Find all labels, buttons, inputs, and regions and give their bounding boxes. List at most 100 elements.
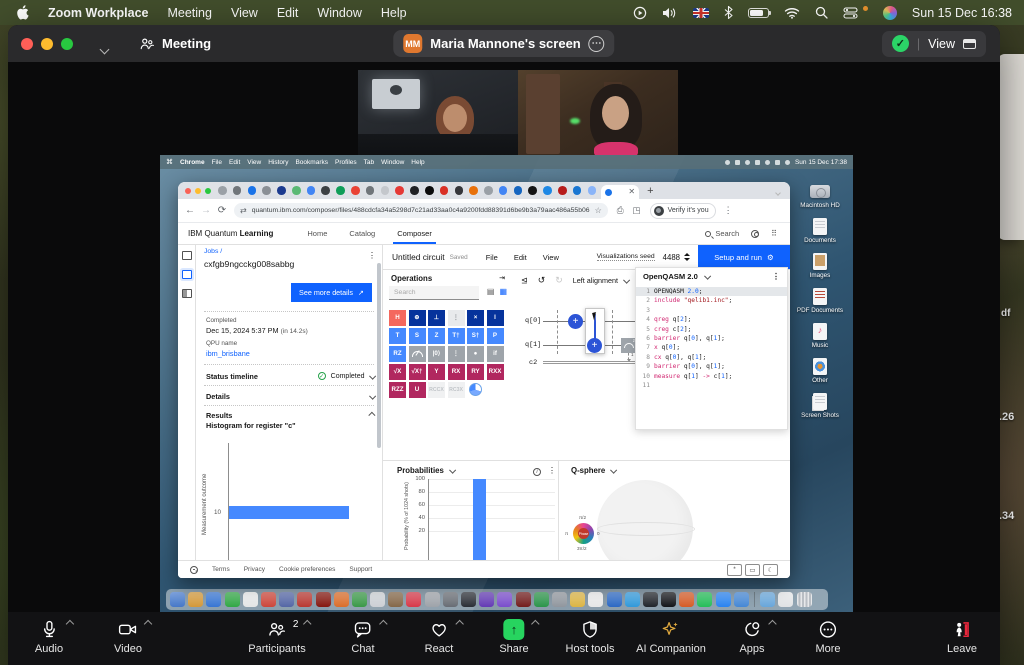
pinned-tab-favicon[interactable] (573, 186, 582, 195)
gate--[interactable]: ⋮ (448, 346, 465, 362)
gate-if[interactable]: if (487, 346, 504, 362)
redo-icon[interactable]: ↻ (555, 275, 563, 286)
code-line[interactable]: 9barrier q[0], q[1]; (636, 362, 787, 371)
footer-link-cookie-preferences[interactable]: Cookie preferences (279, 566, 335, 573)
profile-chip[interactable]: Verify it's you (650, 203, 716, 219)
forward-button[interactable]: → (198, 205, 214, 216)
pinned-tab-favicon[interactable] (366, 186, 375, 195)
desktop-icon-images[interactable]: Images (791, 253, 849, 279)
save-icon[interactable]: ⎙ (617, 205, 624, 216)
code-line[interactable]: 10measure q[1] -> c[1]; (636, 372, 787, 381)
close-button[interactable] (185, 188, 191, 194)
gate--x[interactable]: √X (389, 364, 406, 380)
qubit-label[interactable]: q[0] (525, 317, 541, 325)
siri-icon[interactable] (883, 6, 897, 20)
bookmark-star-icon[interactable]: ☆ (595, 206, 602, 215)
shared-menu-view[interactable]: View (247, 159, 261, 166)
dock-app-icon[interactable] (425, 592, 440, 607)
pinned-tab-favicon[interactable] (455, 186, 464, 195)
shared-screen-pill[interactable]: MM Maria Mannone's screen ⋯ (393, 30, 614, 57)
tab-list-chevron-icon[interactable] (776, 182, 780, 200)
gate--[interactable]: ⊕ (409, 310, 426, 326)
ai-companion-button[interactable]: AI Companion (636, 618, 706, 655)
pinned-tab-favicon[interactable] (425, 186, 434, 195)
pinned-tab-favicon[interactable] (588, 186, 597, 195)
gate-u[interactable]: U (409, 382, 426, 398)
search-button[interactable]: Search (705, 229, 739, 238)
view-control[interactable]: ✓ | View (882, 31, 986, 57)
status-timeline-section[interactable]: Status timeline ✓Completed (206, 369, 374, 383)
dock-app-icon[interactable] (243, 592, 258, 607)
dock-app-icon[interactable] (352, 592, 367, 607)
barrier-gate[interactable] (557, 310, 558, 354)
code-line[interactable]: 6barrier q[0], q[1]; (636, 334, 787, 343)
scrollbar[interactable] (377, 263, 381, 448)
code-line[interactable]: 8cx q[0], q[1]; (636, 353, 787, 362)
gate-y[interactable]: Y (428, 364, 445, 380)
dock-app-icon[interactable] (279, 592, 294, 607)
gate--x-[interactable]: √X† (409, 364, 426, 380)
measurement-gate[interactable] (621, 338, 636, 353)
files-panel-icon[interactable] (182, 251, 192, 260)
apple-logo-icon[interactable] (16, 5, 29, 20)
seed-stepper[interactable] (684, 253, 690, 261)
chevron-up-icon[interactable] (379, 620, 387, 628)
circuit-menu-file[interactable]: File (486, 253, 498, 262)
dock-app-icon[interactable] (316, 592, 331, 607)
breadcrumb[interactable]: Jobs / (204, 248, 222, 255)
chevron-down-icon[interactable] (101, 40, 109, 48)
gate--[interactable]: ● (467, 346, 484, 362)
gate-rz[interactable]: RZ (389, 346, 406, 362)
gate-ry[interactable]: RY (467, 364, 484, 380)
fullscreen-button[interactable] (61, 38, 73, 50)
participant-video-1[interactable] (358, 70, 518, 160)
histogram-bar[interactable] (229, 506, 349, 519)
pinned-tab-favicon[interactable] (321, 186, 330, 195)
system-clock[interactable]: Sun 15 Dec 16:38 (912, 6, 1012, 20)
extensions-icon[interactable]: ◳ (633, 205, 641, 216)
dock-app-icon[interactable] (716, 592, 731, 607)
seed-value[interactable]: 4488 (663, 253, 680, 262)
bluetooth-button[interactable]: * (727, 564, 742, 576)
gate-rx[interactable]: RX (448, 364, 465, 380)
menu-meeting[interactable]: Meeting (167, 6, 211, 20)
menu-zoom-workplace[interactable]: Zoom Workplace (48, 6, 148, 20)
jobs-panel-icon[interactable] (182, 270, 192, 279)
code-line[interactable]: 2include "qelib1.inc"; (636, 296, 787, 305)
desktop-icon-macintosh-hd[interactable]: Macintosh HD (791, 183, 849, 209)
bluetooth-icon[interactable] (724, 6, 733, 19)
gate-s-[interactable]: S† (467, 328, 484, 344)
menu-window[interactable]: Window (317, 6, 361, 20)
chevron-up-icon[interactable] (455, 620, 463, 628)
menu-edit[interactable]: Edit (277, 6, 299, 20)
code-line[interactable]: 5creg c[2]; (636, 325, 787, 334)
desktop-icon-pdf-documents[interactable]: PDF Documents (791, 288, 849, 314)
leave-button[interactable]: Leave (947, 618, 977, 655)
gate-i[interactable]: I (487, 310, 504, 326)
pinned-tab-favicon[interactable] (292, 186, 301, 195)
pinned-tab-favicon[interactable] (233, 186, 242, 195)
shared-menu-help[interactable]: Help (411, 159, 424, 166)
code-line[interactable]: 11 (636, 381, 787, 390)
volume-icon[interactable] (662, 7, 678, 19)
list-view-icon[interactable]: ▤ (487, 287, 495, 296)
pinned-tab-favicon[interactable] (262, 186, 271, 195)
pinned-tab-favicon[interactable] (410, 186, 419, 195)
new-tab-button[interactable]: + (647, 185, 653, 197)
gate-t[interactable]: T (389, 328, 406, 344)
gate-rxx[interactable]: RXX (487, 364, 504, 380)
react-button[interactable]: React (425, 618, 454, 655)
panel-menu-icon[interactable]: ⋮ (548, 466, 556, 475)
collapse-left-icon[interactable]: ⊴ (521, 276, 528, 285)
spotlight-search-icon[interactable] (815, 6, 828, 19)
circuit-menu-edit[interactable]: Edit (514, 253, 527, 262)
ibm-tab-composer[interactable]: Composer (397, 223, 432, 244)
chevron-up-icon[interactable] (531, 620, 539, 628)
undo-icon[interactable]: ↺ (538, 275, 546, 286)
gate-t-[interactable]: T† (448, 328, 465, 344)
shared-menu-window[interactable]: Window (381, 159, 404, 166)
code-line[interactable]: 1OPENQASM 2.0; (636, 287, 787, 296)
details-section[interactable]: Details (206, 390, 374, 403)
footer-link-terms[interactable]: Terms (212, 566, 230, 573)
pinned-tab-favicon[interactable] (528, 186, 537, 195)
